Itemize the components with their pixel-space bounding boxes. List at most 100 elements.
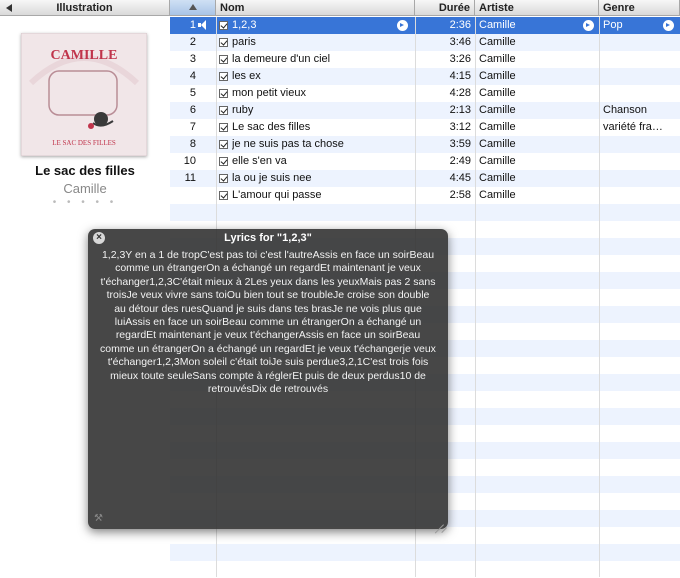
track-row[interactable]: 6 ruby 2:13 Camille Chanson: [170, 102, 680, 119]
collapse-triangle-icon[interactable]: [6, 4, 12, 12]
track-number: 7: [189, 121, 196, 133]
track-checkbox[interactable]: [219, 102, 231, 119]
checkbox-icon[interactable]: [219, 191, 228, 200]
track-row[interactable]: 4 les ex 4:15 Camille: [170, 68, 680, 85]
arrow-circle-icon[interactable]: [583, 20, 594, 31]
track-row[interactable]: 11 la ou je suis nee 4:45 Camille: [170, 170, 680, 187]
track-row[interactable]: 1 1,2,3 2:36 Camille Pop: [170, 17, 680, 34]
track-row[interactable]: 7 Le sac des filles 3:12 Camille variété fra…: [170, 119, 680, 136]
album-title: Le sac des filles: [35, 163, 135, 178]
arrow-circle-icon[interactable]: [663, 20, 674, 31]
checkbox-icon[interactable]: [219, 157, 228, 166]
speaker-icon: [198, 17, 212, 34]
track-number: 11: [184, 172, 196, 184]
lyrics-panel-title: Lyrics for "1,2,3": [224, 232, 312, 244]
track-artist: Camille: [479, 189, 516, 201]
lyrics-panel: × Lyrics for "1,2,3" 1,2,3Y en a 1 de tr…: [88, 229, 448, 529]
sort-column-header[interactable]: [170, 0, 216, 16]
checkbox-icon[interactable]: [219, 72, 228, 81]
album-art[interactable]: CAMILLE LE SAC DES FILLES: [21, 33, 147, 156]
track-checkbox[interactable]: [219, 153, 231, 170]
tools-icon[interactable]: ⚒: [94, 513, 103, 524]
track-artist: Camille: [479, 19, 516, 31]
track-checkbox[interactable]: [219, 17, 231, 34]
column-header-duree[interactable]: Durée: [415, 0, 475, 16]
track-duration: 3:59: [449, 138, 471, 150]
album-artist: Camille: [63, 181, 107, 196]
genre-link-arrow-icon[interactable]: [663, 17, 677, 34]
track-row[interactable]: 8 je ne suis pas ta chose 3:59 Camille: [170, 136, 680, 153]
track-name: les ex: [232, 70, 261, 82]
track-duration: 4:15: [449, 70, 471, 82]
empty-row[interactable]: [170, 204, 680, 221]
track-row[interactable]: 10 elle s'en va 2:49 Camille: [170, 153, 680, 170]
track-duration: 2:13: [449, 104, 471, 116]
track-name: je ne suis pas ta chose: [232, 138, 344, 150]
track-checkbox[interactable]: [219, 136, 231, 153]
track-number: 6: [189, 104, 196, 116]
track-genre: [603, 153, 665, 170]
checkbox-icon[interactable]: [219, 89, 228, 98]
track-artist: Camille: [479, 172, 516, 184]
checkbox-icon[interactable]: [219, 38, 228, 47]
name-link-arrow-icon[interactable]: [397, 17, 411, 34]
arrow-circle-icon[interactable]: [397, 20, 408, 31]
column-header-nom[interactable]: Nom: [216, 0, 415, 16]
track-artist: Camille: [479, 121, 516, 133]
track-artist: Camille: [479, 36, 516, 48]
track-number: [170, 187, 196, 204]
album-art-subtitle-text: LE SAC DES FILLES: [52, 139, 116, 147]
checkbox-icon[interactable]: [219, 174, 228, 183]
track-name: paris: [232, 36, 256, 48]
track-artist: Camille: [479, 53, 516, 65]
checkbox-icon[interactable]: [219, 123, 228, 132]
track-name: mon petit vieux: [232, 87, 306, 99]
resize-handle-icon[interactable]: [434, 515, 444, 525]
track-duration: 3:12: [449, 121, 471, 133]
illustration-header-label: Illustration: [56, 2, 113, 14]
track-row[interactable]: 2 paris 3:46 Camille: [170, 34, 680, 51]
checkbox-icon[interactable]: [219, 21, 228, 30]
column-divider: [475, 17, 476, 577]
track-genre: [603, 85, 665, 102]
track-checkbox[interactable]: [219, 119, 231, 136]
track-checkbox[interactable]: [219, 68, 231, 85]
track-number: 5: [189, 87, 196, 99]
track-genre: [603, 136, 665, 153]
album-rating[interactable]: • • • • •: [0, 197, 170, 208]
track-name: Le sac des filles: [232, 121, 311, 133]
empty-row[interactable]: [170, 561, 680, 578]
checkbox-icon[interactable]: [219, 55, 228, 64]
track-checkbox[interactable]: [219, 187, 231, 204]
track-name: L'amour qui passe: [232, 189, 322, 201]
track-checkbox[interactable]: [219, 170, 231, 187]
column-header-genre[interactable]: Genre: [599, 0, 680, 16]
artist-link-arrow-icon[interactable]: [583, 17, 597, 34]
track-artist: Camille: [479, 155, 516, 167]
speaker-glyph-icon: [198, 20, 210, 30]
sort-ascending-icon: [189, 4, 197, 10]
track-name: la ou je suis nee: [232, 172, 312, 184]
track-duration: 2:49: [449, 155, 471, 167]
track-genre: [603, 187, 665, 204]
track-artist: Camille: [479, 104, 516, 116]
track-number: 4: [189, 70, 196, 82]
track-duration: 2:58: [449, 189, 471, 201]
track-name: ruby: [232, 104, 254, 116]
empty-row[interactable]: [170, 544, 680, 561]
track-checkbox[interactable]: [219, 34, 231, 51]
track-genre: [603, 51, 665, 68]
checkbox-icon[interactable]: [219, 140, 228, 149]
track-number: 2: [189, 36, 196, 48]
track-row[interactable]: 5 mon petit vieux 4:28 Camille: [170, 85, 680, 102]
track-number: 8: [189, 138, 196, 150]
empty-row[interactable]: [170, 527, 680, 544]
checkbox-icon[interactable]: [219, 106, 228, 115]
track-checkbox[interactable]: [219, 85, 231, 102]
track-genre: [603, 68, 665, 85]
track-checkbox[interactable]: [219, 51, 231, 68]
track-row[interactable]: 3 la demeure d'un ciel 3:26 Camille: [170, 51, 680, 68]
column-header-artiste[interactable]: Artiste: [475, 0, 599, 16]
illustration-header[interactable]: Illustration: [0, 0, 170, 16]
track-row[interactable]: L'amour qui passe 2:58 Camille: [170, 187, 680, 204]
